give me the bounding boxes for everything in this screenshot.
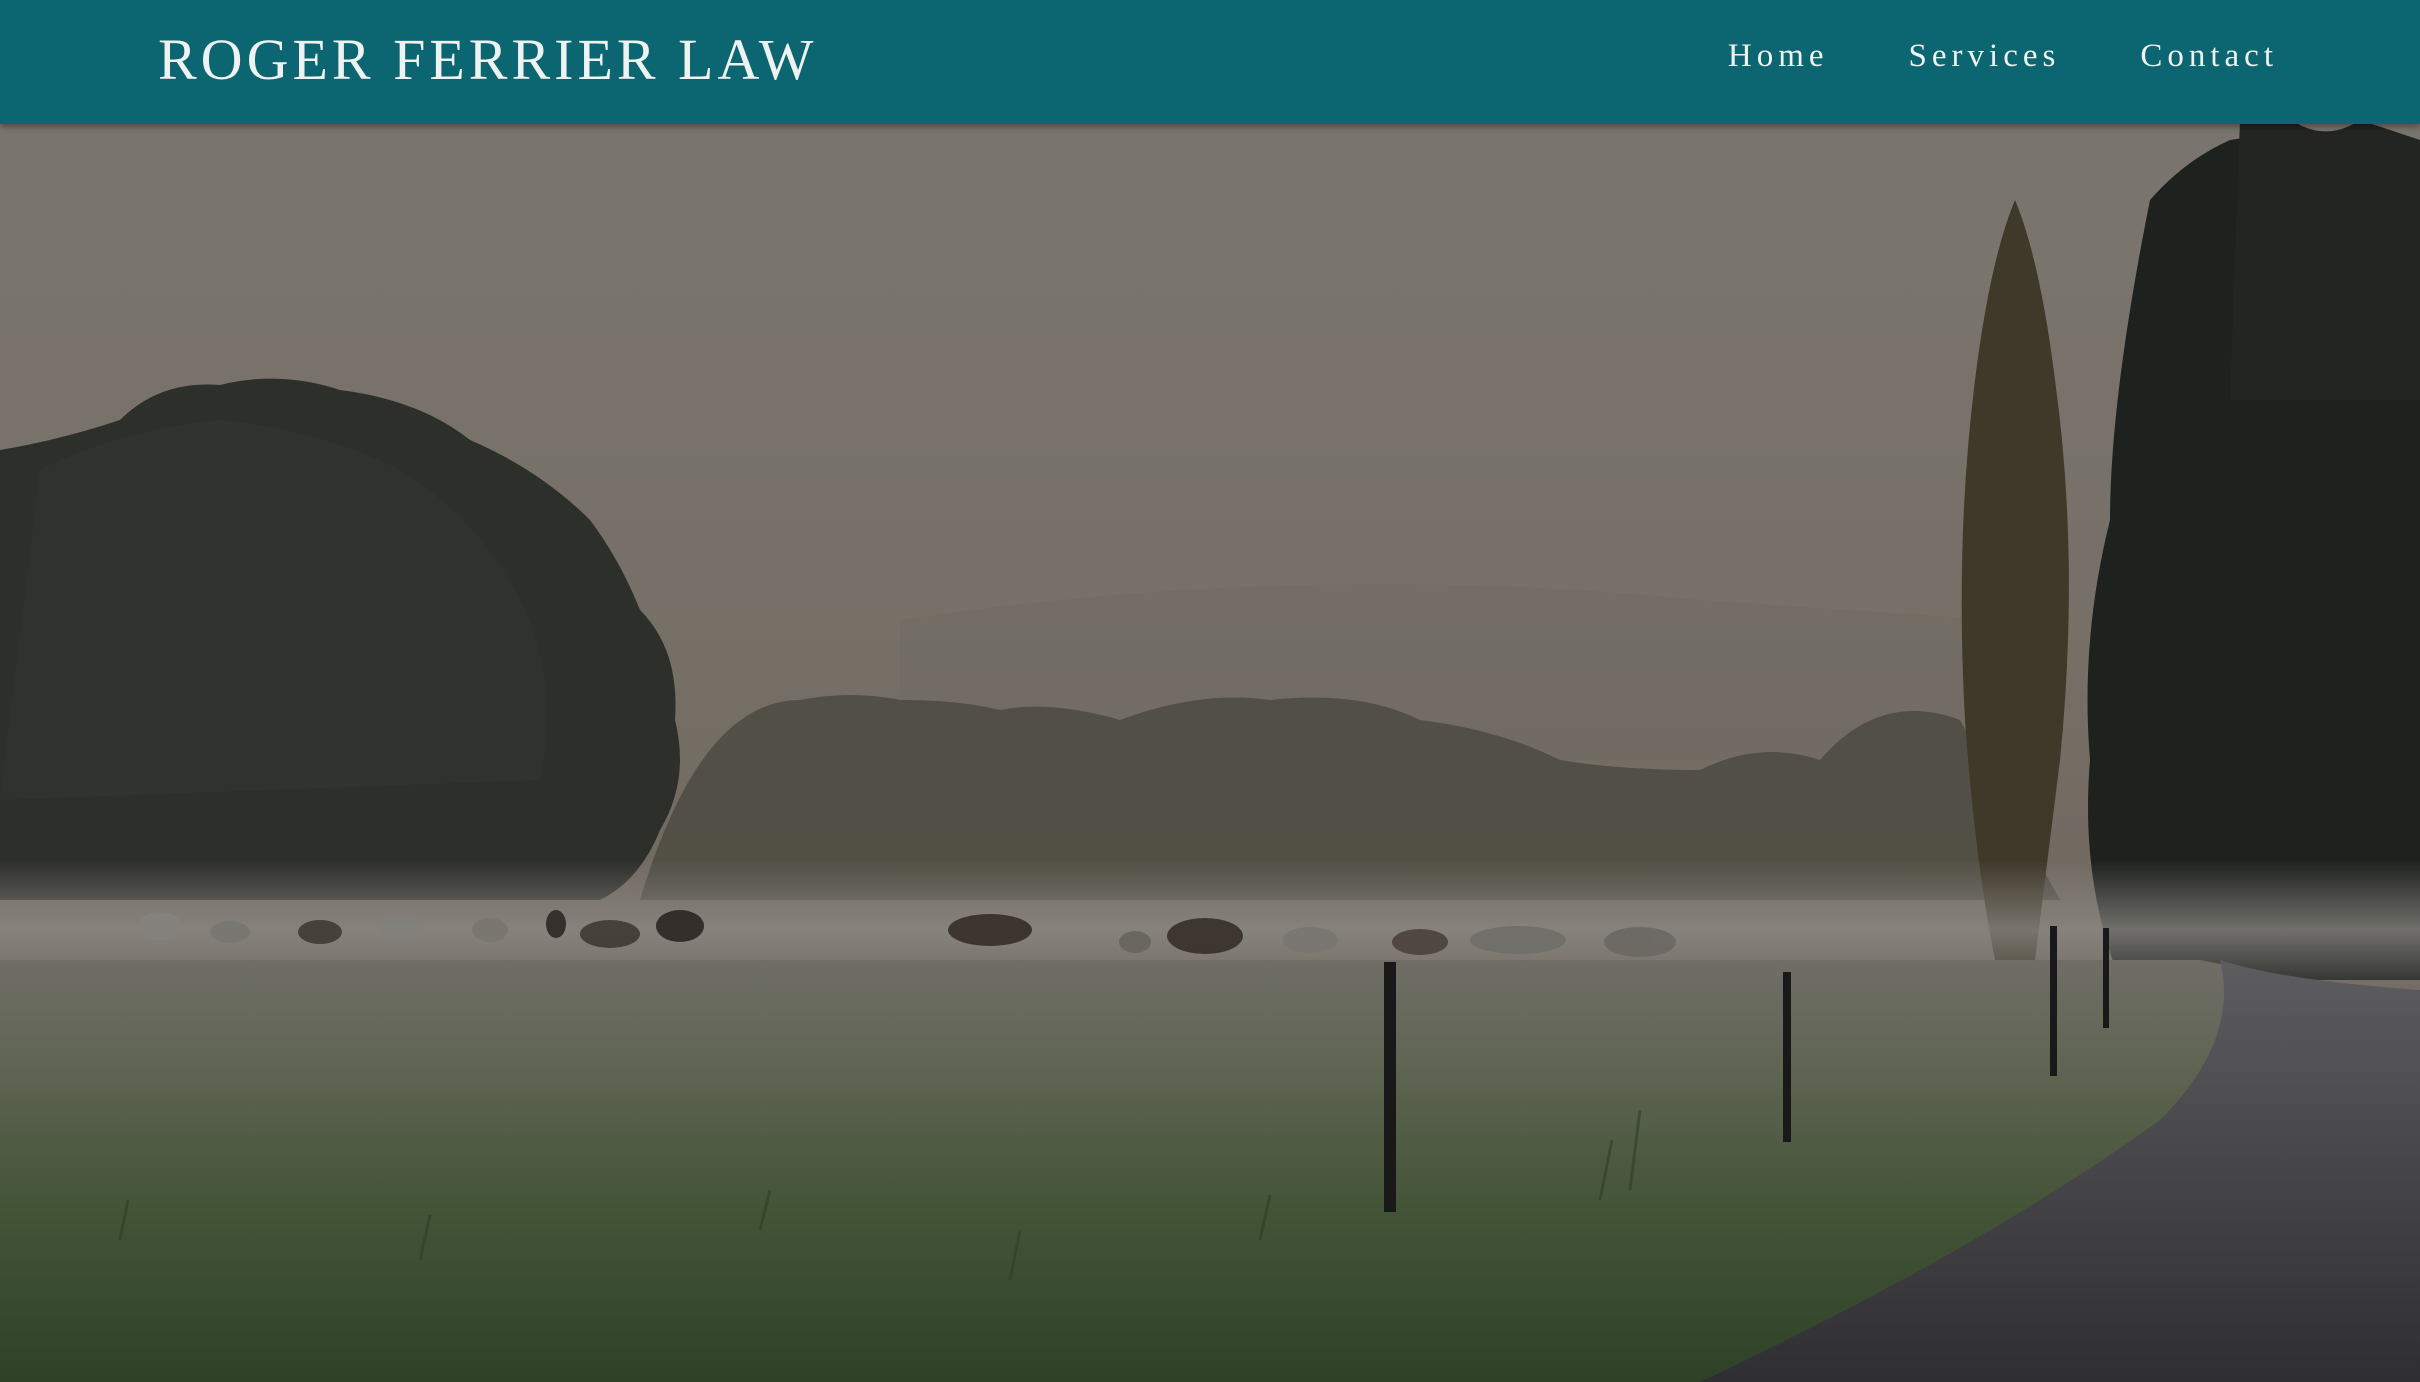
main-navigation: Home Services Contact xyxy=(1728,38,2278,75)
site-header: ROGER FERRIER LAW Home Services Contact xyxy=(0,0,2420,124)
nav-link-services[interactable]: Services xyxy=(1909,38,2061,75)
nav-link-home[interactable]: Home xyxy=(1728,38,1829,75)
hero-background-image xyxy=(0,0,2420,1382)
nav-link-contact[interactable]: Contact xyxy=(2140,38,2278,75)
brand-logo-text[interactable]: ROGER FERRIER LAW xyxy=(158,26,817,93)
